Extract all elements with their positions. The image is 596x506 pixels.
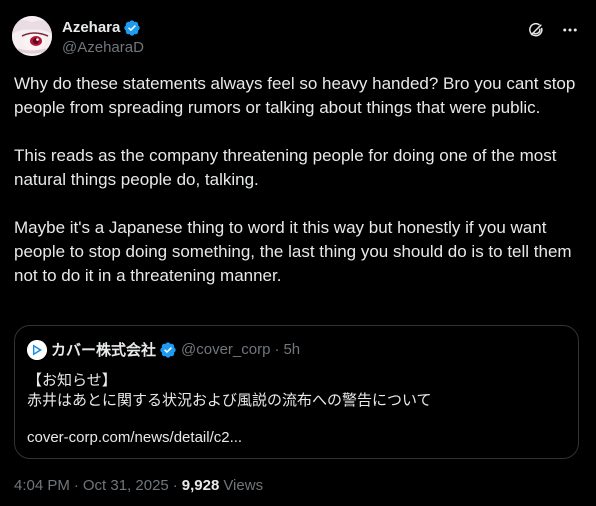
author-block: Azehara @AzeharaD: [62, 18, 144, 58]
display-name-row: Azehara: [62, 18, 144, 38]
tweet-paragraph: This reads as the company threatening pe…: [14, 146, 557, 189]
display-name[interactable]: Azehara: [62, 18, 120, 38]
quoted-text: 【お知らせ】 赤井はあとに関する状況および風説の流布への警告について: [27, 370, 567, 410]
quoted-time: 5h: [283, 341, 301, 358]
tweet-date[interactable]: Oct 31, 2025: [83, 476, 169, 496]
avatar[interactable]: [12, 16, 52, 56]
quoted-avatar: [27, 340, 47, 360]
views-label: Views: [223, 477, 264, 494]
tweet-header: Azehara @AzeharaD: [12, 16, 584, 60]
avatar-image: [12, 16, 52, 56]
tweet-text: Why do these statements always feel so h…: [14, 72, 580, 288]
quoted-line: 【お知らせ】: [27, 371, 117, 389]
more-icon[interactable]: [560, 20, 580, 40]
tweet-paragraph: Maybe it's a Japanese thing to word it t…: [14, 218, 572, 285]
tweet: Azehara @AzeharaD Why do these statement…: [0, 0, 596, 506]
tweet-time[interactable]: 4:04 PM: [14, 476, 70, 496]
tweet-meta: 4:04 PM · Oct 31, 2025 · 9,928 Views: [14, 476, 263, 496]
verified-badge-icon: [123, 19, 141, 37]
quoted-verified-badge-icon: [159, 341, 177, 359]
header-actions: [526, 20, 580, 40]
quoted-separator: ·: [274, 341, 280, 358]
meta-separator: ·: [73, 477, 79, 494]
quoted-line: 赤井はあとに関する状況および風説の流布への警告について: [27, 391, 432, 409]
quoted-display-name: カバー株式会社: [51, 341, 157, 359]
quoted-link[interactable]: cover-corp.com/news/detail/c2...: [27, 428, 242, 448]
cover-logo-icon: [27, 340, 47, 360]
author-handle[interactable]: @AzeharaD: [62, 38, 144, 58]
quoted-tweet-header: カバー株式会社 @cover_corp · 5h: [27, 340, 300, 360]
meta-separator: ·: [172, 477, 178, 494]
quoted-tweet[interactable]: カバー株式会社 @cover_corp · 5h 【お知らせ】 赤井はあとに関す…: [14, 325, 579, 459]
views-count: 9,928: [181, 477, 220, 494]
grok-icon[interactable]: [526, 20, 546, 40]
quoted-handle: @cover_corp: [181, 341, 271, 358]
tweet-paragraph: Why do these statements always feel so h…: [14, 74, 576, 117]
